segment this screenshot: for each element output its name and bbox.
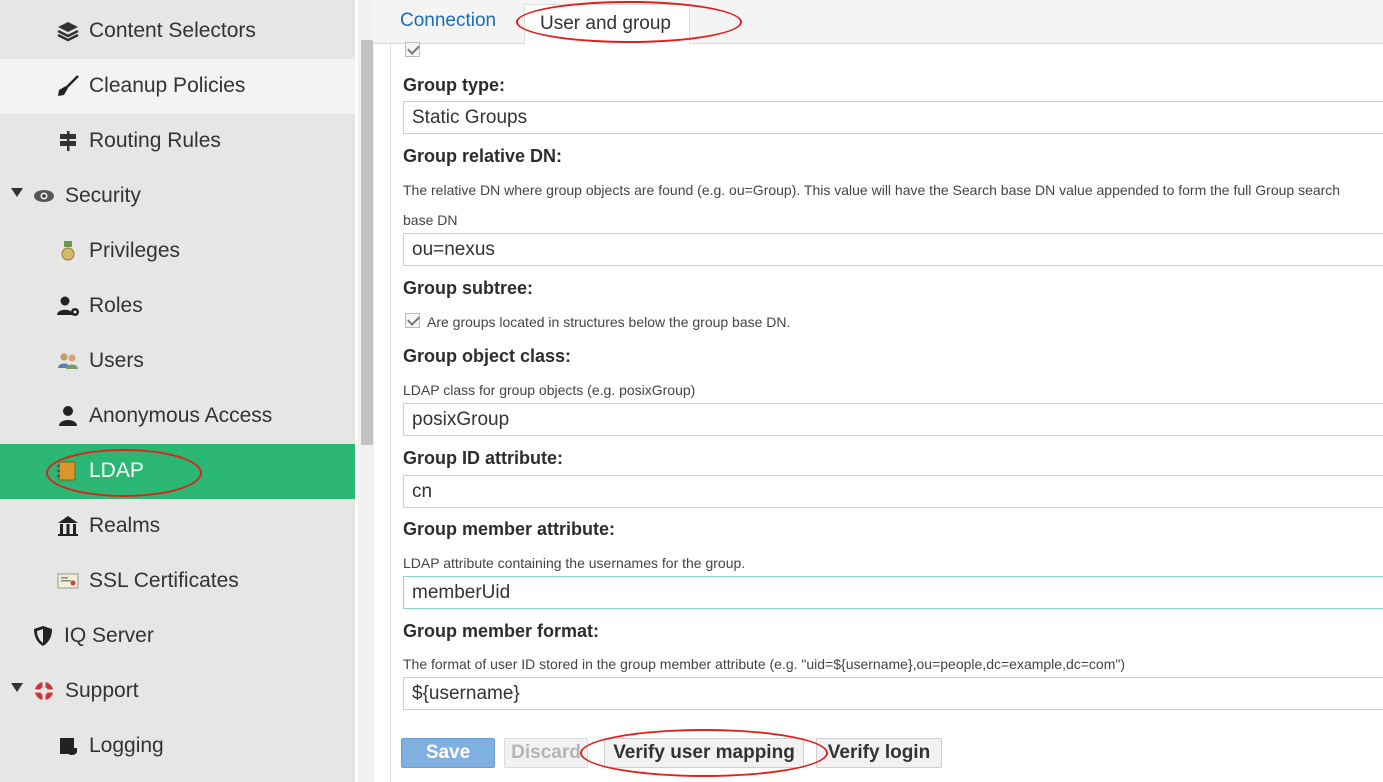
sidebar: Content Selectors Cleanup Policies Routi…: [0, 0, 355, 782]
group-object-class-field[interactable]: posixGroup: [403, 403, 1383, 436]
discard-button[interactable]: Discard: [504, 738, 588, 768]
main-content: Connection User and group Group type: St…: [374, 0, 1383, 782]
group-id-attribute-field[interactable]: cn: [403, 475, 1383, 508]
group-member-attribute-help: LDAP attribute containing the usernames …: [403, 555, 746, 571]
signpost-icon: [60, 131, 76, 151]
broom-icon: [58, 75, 79, 96]
medal-icon: [61, 241, 75, 261]
user-gear-icon: [57, 296, 79, 316]
certificate-icon: [57, 573, 79, 589]
shield-icon: [34, 626, 52, 646]
sidebar-item-privileges[interactable]: Privileges: [0, 224, 355, 279]
address-book-icon: [57, 461, 76, 481]
sidebar-item-label: Roles: [89, 294, 143, 317]
group-member-format-label: Group member format:: [403, 621, 600, 641]
verify-user-mapping-button[interactable]: Verify user mapping: [604, 738, 804, 768]
sidebar-item-label: LDAP: [89, 459, 144, 482]
group-relative-dn-help: The relative DN where group objects are …: [403, 182, 1341, 198]
ldap-user-group-form: Group type: Static Groups Group relative…: [390, 42, 1383, 782]
sidebar-item-ssl-certificates[interactable]: SSL Certificates: [0, 554, 355, 609]
group-member-attribute-field[interactable]: memberUid: [403, 576, 1383, 609]
group-subtree-checkbox-label: Are groups located in structures below t…: [427, 314, 791, 330]
sidebar-item-anonymous-access[interactable]: Anonymous Access: [0, 389, 355, 444]
eye-icon: [34, 190, 54, 202]
group-subtree-checkbox[interactable]: [405, 313, 420, 328]
scroll-icon: [60, 738, 77, 756]
sidebar-item-cleanup-policies[interactable]: Cleanup Policies: [0, 59, 355, 114]
save-button[interactable]: Save: [401, 738, 495, 768]
users-icon: [58, 353, 78, 369]
checkbox-checked[interactable]: [405, 42, 420, 57]
sidebar-item-support[interactable]: Support: [0, 664, 355, 719]
group-id-attribute-label: Group ID attribute:: [403, 448, 563, 468]
tab-bar: Connection User and group: [374, 0, 1383, 44]
group-subtree-label: Group subtree:: [403, 278, 534, 298]
lifebuoy-icon: [35, 682, 53, 700]
sidebar-item-logging[interactable]: Logging: [0, 719, 355, 774]
sidebar-item-label: Anonymous Access: [89, 404, 273, 427]
sidebar-item-label: Content Selectors: [89, 19, 256, 42]
group-member-attribute-label: Group member attribute:: [403, 519, 616, 539]
tab-connection[interactable]: Connection: [400, 8, 496, 36]
sidebar-item-ldap[interactable]: LDAP: [0, 444, 355, 499]
verify-login-button[interactable]: Verify login: [816, 738, 942, 768]
sidebar-item-security[interactable]: Security: [0, 169, 355, 224]
group-type-select[interactable]: Static Groups: [403, 101, 1383, 134]
group-object-class-help: LDAP class for group objects (e.g. posix…: [403, 382, 696, 398]
sidebar-item-content-selectors[interactable]: Content Selectors: [0, 4, 355, 59]
sidebar-item-label: Routing Rules: [89, 129, 221, 152]
sidebar-item-label: Logging: [89, 734, 164, 757]
sidebar-item-roles[interactable]: Roles: [0, 279, 355, 334]
chevron-down-icon: [11, 188, 23, 197]
sidebar-item-label: Support: [65, 679, 139, 702]
sidebar-item-label: IQ Server: [64, 624, 154, 647]
sidebar-item-users[interactable]: Users: [0, 334, 355, 389]
sidebar-item-iq-server[interactable]: IQ Server: [0, 609, 355, 664]
layers-icon: [57, 22, 79, 42]
sidebar-item-label: Realms: [89, 514, 161, 537]
sidebar-item-realms[interactable]: Realms: [0, 499, 355, 554]
group-member-format-help: The format of user ID stored in the grou…: [403, 656, 1126, 672]
sidebar-item-routing-rules[interactable]: Routing Rules: [0, 114, 355, 169]
group-member-format-field[interactable]: ${username}: [403, 677, 1383, 710]
sidebar-item-label: SSL Certificates: [89, 569, 239, 592]
building-icon: [58, 516, 78, 536]
sidebar-item-label: Security: [65, 184, 141, 207]
group-object-class-label: Group object class:: [403, 346, 572, 366]
chevron-down-icon: [11, 683, 23, 692]
group-type-label: Group type:: [403, 75, 505, 95]
sidebar-item-label: Users: [89, 349, 144, 372]
tab-user-and-group[interactable]: User and group: [524, 4, 690, 44]
group-relative-dn-field[interactable]: ou=nexus: [403, 233, 1383, 266]
group-relative-dn-label: Group relative DN:: [403, 146, 563, 166]
group-relative-dn-help-cont: base DN: [403, 212, 458, 228]
sidebar-item-label: Cleanup Policies: [89, 74, 246, 97]
sidebar-item-label: Privileges: [89, 239, 181, 262]
sidebar-scrollbar-thumb[interactable]: [361, 40, 373, 445]
user-icon: [59, 406, 77, 426]
